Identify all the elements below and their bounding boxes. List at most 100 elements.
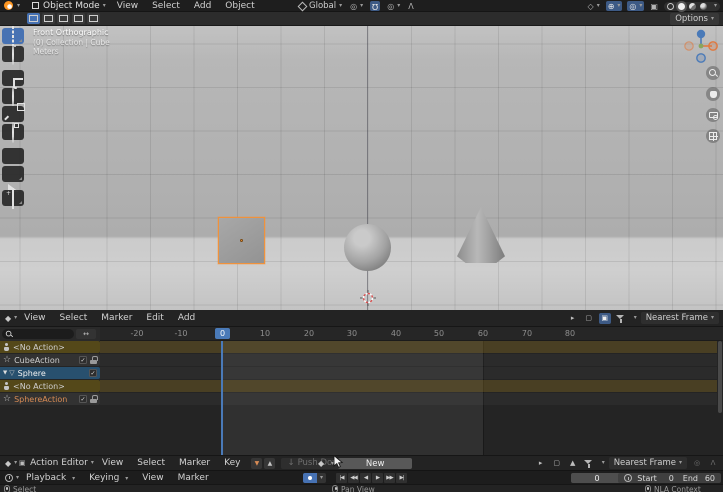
mode-dropdown[interactable]: Object Mode ▾	[28, 0, 110, 11]
perspective-toggle-button[interactable]	[706, 129, 720, 143]
tool-cursor-button[interactable]	[2, 46, 24, 62]
sphere-object[interactable]	[344, 224, 391, 271]
action-menu-key[interactable]: Key	[217, 458, 247, 468]
select-mode-extend-button[interactable]	[42, 13, 55, 24]
proportional-falloff-icon[interactable]: Λ	[407, 1, 414, 11]
select-mode-subtract-button[interactable]	[57, 13, 70, 24]
tool-add-cube-button[interactable]	[2, 190, 24, 206]
timeline-menu-view[interactable]: View	[135, 473, 170, 483]
timeline-ruler[interactable]: -20 -10 10 20 30 40 50 60 70 80	[100, 327, 723, 341]
channel-row-sphere-action[interactable]: ☆ SphereAction	[0, 393, 100, 405]
shading-material-button[interactable]	[689, 3, 696, 10]
show-hidden-toggle[interactable]: ▢	[583, 313, 595, 324]
channel-row-cube-action[interactable]: ☆ CubeAction	[0, 354, 100, 366]
jump-to-end-button[interactable]: ▶|	[396, 473, 407, 483]
current-frame-badge[interactable]: 0	[215, 328, 230, 339]
snap-target-dropdown[interactable]: ◎▾	[349, 1, 364, 11]
action-menu-view[interactable]: View	[95, 458, 130, 468]
options-button[interactable]: Options ▾	[670, 13, 719, 25]
auto-keying-button[interactable]	[303, 473, 317, 483]
menu-add[interactable]: Add	[187, 1, 218, 11]
keying-menu[interactable]: Keying ▾	[82, 473, 135, 483]
tool-measure-button[interactable]	[2, 166, 24, 182]
viewport-3d[interactable]: Front Orthographic (0) Collection | Cube…	[0, 26, 723, 310]
only-selected-toggle[interactable]: ▸	[535, 458, 547, 469]
menu-view[interactable]: View	[110, 1, 145, 11]
dopesheet-menu-view[interactable]: View	[17, 313, 52, 323]
channel-row-no-action-cube[interactable]: <No Action>	[0, 341, 100, 353]
zoom-button[interactable]	[706, 66, 720, 80]
selectability-dropdown[interactable]: ◇▾	[587, 1, 601, 11]
current-frame-field[interactable]: 0	[571, 473, 623, 483]
shading-wireframe-button[interactable]	[667, 3, 674, 10]
dopesheet-body[interactable]: -20 -10 10 20 30 40 50 60 70 80 0 ↔ <No …	[0, 327, 723, 455]
tool-annotate-button[interactable]	[2, 148, 24, 164]
expand-caret-icon[interactable]: ▼	[3, 370, 7, 376]
dopesheet-menu-marker[interactable]: Marker	[94, 313, 139, 323]
editor-type-icon[interactable]: ◆	[5, 314, 11, 323]
select-mode-intersect-button[interactable]	[87, 13, 100, 24]
play-button[interactable]: ▶	[372, 473, 383, 483]
snap-toggle[interactable]: Ω	[370, 1, 380, 11]
sync-range-toggle[interactable]: ▣	[599, 313, 611, 324]
auto-keying-dropdown[interactable]: ▾	[317, 473, 326, 483]
only-selected-toggle[interactable]: ▸	[567, 313, 579, 324]
lock-icon[interactable]	[90, 395, 97, 403]
action-menu-marker[interactable]: Marker	[172, 458, 217, 468]
dopesheet-menu-edit[interactable]: Edit	[139, 313, 170, 323]
playback-menu[interactable]: Playback ▾	[19, 473, 82, 483]
scrollbar-thumb[interactable]	[718, 341, 722, 413]
jump-to-start-button[interactable]: |◀	[336, 473, 347, 483]
menu-object[interactable]: Object	[218, 1, 261, 11]
filter-button[interactable]	[615, 313, 627, 324]
channel-row-no-action-sphere[interactable]: <No Action>	[0, 380, 100, 392]
channel-search-input[interactable]	[2, 329, 74, 339]
show-overlays-toggle[interactable]: ◎▾	[627, 1, 644, 11]
timeline-menu-marker[interactable]: Marker	[171, 473, 216, 483]
show-gizmo-toggle[interactable]: ⊕▾	[606, 1, 623, 11]
editor-type-icon[interactable]: ◆	[5, 459, 11, 468]
channel-row-sphere[interactable]: ▼ ▽ Sphere	[0, 367, 100, 379]
up-action-button[interactable]: ▲	[264, 458, 275, 469]
blender-logo-icon[interactable]	[4, 1, 14, 11]
play-reverse-button[interactable]: ◀	[360, 473, 371, 483]
unlink-action-button[interactable]: ▼	[251, 458, 262, 469]
camera-view-button[interactable]	[706, 108, 720, 122]
navigation-gizmo[interactable]	[683, 28, 719, 64]
tool-select-box-button[interactable]	[2, 28, 24, 44]
shading-rendered-button[interactable]	[700, 3, 707, 10]
start-frame-field[interactable]: 0	[662, 474, 674, 483]
tool-rotate-button[interactable]	[2, 88, 24, 104]
tool-scale-button[interactable]	[2, 106, 24, 122]
end-frame-field[interactable]: 60	[703, 474, 715, 483]
cube-object[interactable]	[218, 217, 265, 264]
vertical-scrollbar[interactable]	[718, 341, 722, 453]
proportional-edit-icon[interactable]: ◎	[691, 458, 703, 469]
show-hidden-toggle[interactable]: ▢	[551, 458, 563, 469]
next-keyframe-button[interactable]: ▶▶	[384, 473, 395, 483]
timeline-editor-icon[interactable]	[5, 474, 13, 482]
channel-enable-checkbox[interactable]	[89, 369, 97, 377]
orientation-dropdown[interactable]: Global ▾	[298, 1, 343, 11]
lock-icon[interactable]	[90, 356, 97, 364]
xray-toggle[interactable]: ▣	[649, 1, 659, 11]
filter-button[interactable]	[583, 458, 595, 469]
snapping-dropdown[interactable]: Nearest Frame ▾	[641, 312, 719, 324]
prev-keyframe-button[interactable]: ◀◀	[348, 473, 359, 483]
invert-filter-button[interactable]: ↔	[76, 329, 96, 339]
shading-solid-button[interactable]	[678, 3, 685, 10]
new-action-button[interactable]: New	[338, 458, 412, 469]
current-frame-line[interactable]	[221, 340, 223, 455]
dopesheet-menu-add[interactable]: Add	[171, 313, 202, 323]
menu-select[interactable]: Select	[145, 1, 187, 11]
falloff-curve-icon[interactable]: Λ	[707, 458, 719, 469]
editor-mode-dropdown[interactable]: Action Editor ▾	[29, 458, 95, 468]
tool-move-button[interactable]	[2, 70, 24, 86]
channel-enable-checkbox[interactable]	[79, 395, 87, 403]
tool-transform-button[interactable]	[2, 124, 24, 140]
action-menu-select[interactable]: Select	[130, 458, 172, 468]
use-preview-range-icon[interactable]	[624, 474, 632, 482]
pan-button[interactable]	[706, 87, 720, 101]
channel-enable-checkbox[interactable]	[79, 356, 87, 364]
dopesheet-menu-select[interactable]: Select	[53, 313, 95, 323]
